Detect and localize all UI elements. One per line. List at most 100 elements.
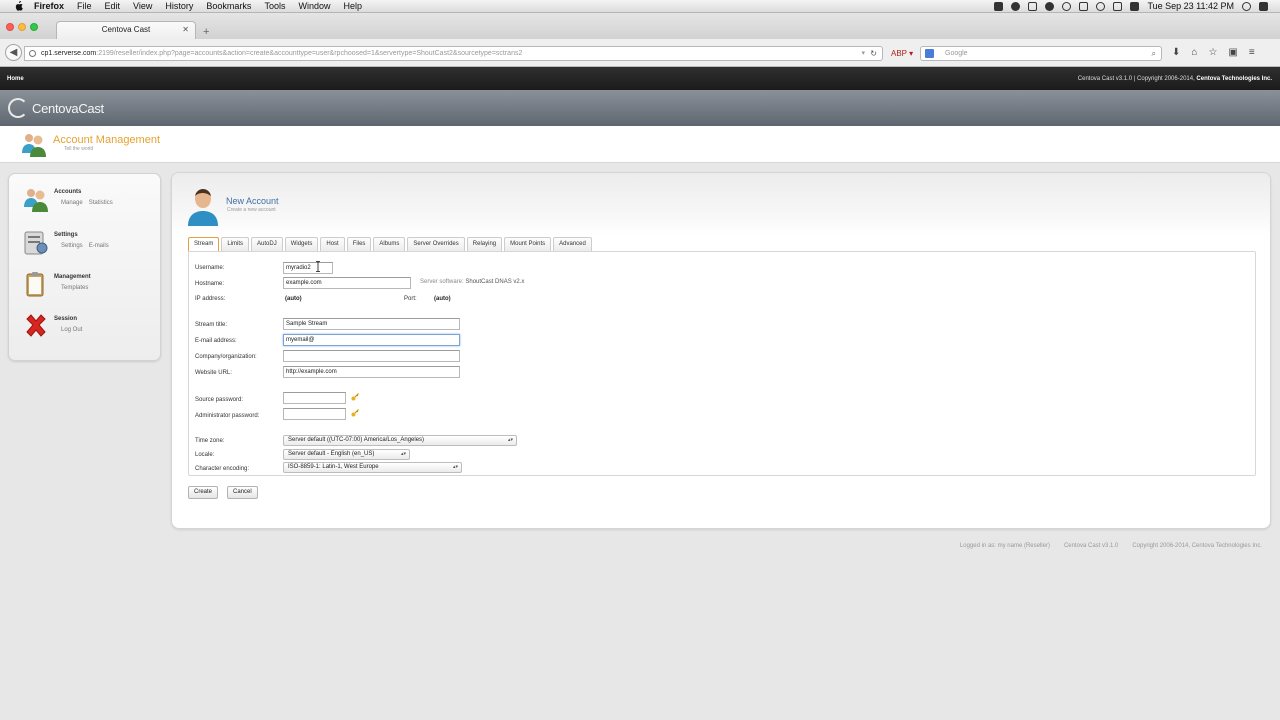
sidebar: Accounts Manage Statistics Settings Setti… [8,173,161,361]
display-icon[interactable] [1028,1,1038,11]
username-field[interactable]: myradio2 [283,262,333,274]
bookmarks-list-icon[interactable]: ▣ [1228,47,1237,58]
menu-tools[interactable]: Tools [264,1,285,11]
home-icon[interactable]: ⌂ [1191,47,1197,58]
notification-list-icon[interactable] [1259,1,1268,11]
tab-stream[interactable]: Stream [188,237,220,252]
tab-albums[interactable]: Albums [373,237,406,251]
hostname-field[interactable]: example.com [283,277,411,289]
zoom-window-icon[interactable] [30,23,38,31]
hostname-label: Hostname: [195,281,225,287]
sidebar-item-session[interactable]: Session Log Out [23,313,153,343]
sync-icon[interactable] [1045,1,1055,11]
airplay-icon[interactable] [1079,1,1089,11]
section-header [0,126,1280,163]
charset-selected: ISO-8859-1: Latin-1, West Europe [288,464,379,470]
menu-file[interactable]: File [77,1,92,11]
dropdown-arrow-icon[interactable]: ▾ [861,47,865,60]
sidebar-link-settings[interactable]: Settings [61,243,83,249]
wifi-icon[interactable] [1113,1,1123,11]
tab-host[interactable]: Host [320,237,345,251]
adblock-icon[interactable]: ABP ▾ [891,49,913,58]
tab-server-overrides[interactable]: Server Overrides [407,237,465,251]
bluetooth-icon[interactable] [1096,1,1106,11]
home-link[interactable]: Home [7,76,24,82]
volume-icon[interactable] [1130,1,1140,11]
sidebar-link-templates[interactable]: Templates [61,285,88,291]
sidebar-link-emails[interactable]: E-mails [89,243,109,249]
create-button[interactable]: Create [188,486,219,499]
form-tabs: Stream Limits AutoDJ Widgets Host Files … [188,237,592,252]
search-icon[interactable]: ⌕ [1152,47,1156,60]
clock-icon[interactable] [1062,1,1072,11]
tab-widgets[interactable]: Widgets [284,237,319,251]
menubar-clock[interactable]: Tue Sep 23 11:42 PM [1147,1,1234,11]
source-password-field[interactable] [283,392,346,404]
url-bar[interactable]: cp1.serverse.com:2199/reseller/index.php… [24,46,883,61]
bookmark-star-icon[interactable]: ☆ [1208,47,1217,58]
menu-edit[interactable]: Edit [105,1,121,11]
tab-advanced[interactable]: Advanced [553,237,592,251]
download-icon[interactable]: ⬇ [1172,47,1180,58]
minimize-window-icon[interactable] [18,23,26,31]
settings-icon [24,231,48,255]
chrome-icon[interactable] [1011,1,1021,11]
sidebar-item-management[interactable]: Management Templates [23,271,153,301]
timezone-select[interactable]: Server default ((UTC-07:00) America/Los_… [283,435,517,446]
menu-bookmarks[interactable]: Bookmarks [206,1,251,11]
email-field[interactable]: myemail@ [283,334,460,346]
menu-window[interactable]: Window [298,1,330,11]
search-bar[interactable]: Google ⌕ [920,46,1162,61]
menu-app-name[interactable]: Firefox [34,1,64,11]
sidebar-management-links: Templates [61,285,94,291]
spotlight-icon[interactable] [1242,1,1251,11]
username-label: Username: [195,265,225,271]
search-placeholder: Google [945,50,968,57]
locale-select[interactable]: Server default - English (en_US) ▴▾ [283,449,410,460]
sidebar-item-settings[interactable]: Settings Settings E-mails [23,229,153,259]
stream-title-field[interactable]: Sample Stream [283,318,460,330]
close-window-icon[interactable] [6,23,14,31]
url-host: cp1.serverse.com [41,50,97,57]
website-field[interactable]: http://example.com [283,366,460,378]
menu-help[interactable]: Help [343,1,362,11]
ip-address-value: (auto) [285,296,302,302]
timezone-selected: Server default ((UTC-07:00) America/Los_… [288,437,425,443]
back-button[interactable]: ◀ [5,44,22,61]
browser-tab[interactable]: Centova Cast ✕ [56,21,196,39]
generate-admin-password-key-icon[interactable] [351,409,359,417]
tab-limits[interactable]: Limits [221,237,250,251]
apple-icon[interactable] [12,0,24,12]
new-tab-icon[interactable]: + [203,26,209,38]
tab-relaying[interactable]: Relaying [466,237,503,251]
sidebar-management-title: Management [54,274,91,280]
tab-files[interactable]: Files [346,237,372,251]
admin-password-label: Administrator password: [195,413,260,419]
copyright-company[interactable]: Centova Technologies Inc. [1196,76,1272,82]
sidebar-item-accounts[interactable]: Accounts Manage Statistics [23,186,153,216]
select-arrows-icon: ▴▾ [507,437,513,443]
dropbox-icon[interactable] [994,1,1004,11]
browser-navbar: ◀ cp1.serverse.com:2199/reseller/index.p… [0,39,1280,67]
company-field[interactable] [283,350,460,362]
menu-history[interactable]: History [165,1,193,11]
menu-view[interactable]: View [133,1,152,11]
generate-password-key-icon[interactable] [351,393,359,401]
browser-tabstrip: Centova Cast ✕ + [0,13,1280,39]
tab-autodj[interactable]: AutoDJ [251,237,283,251]
sidebar-link-statistics[interactable]: Statistics [89,200,113,206]
hamburger-menu-icon[interactable]: ≡ [1249,47,1255,58]
brand-logo[interactable]: CentovaCast [8,98,104,118]
section-title: Account Management [53,134,161,146]
sidebar-settings-links: Settings E-mails [61,243,115,249]
tab-mount-points[interactable]: Mount Points [504,237,552,251]
cancel-button[interactable]: Cancel [227,486,258,499]
macos-menubar: Firefox File Edit View History Bookmarks… [0,0,1280,13]
sidebar-link-manage[interactable]: Manage [61,200,83,206]
close-tab-icon[interactable]: ✕ [182,22,189,38]
reload-icon[interactable]: ↻ [870,47,877,60]
charset-select[interactable]: ISO-8859-1: Latin-1, West Europe ▴▾ [283,462,462,473]
page-footer: Logged in as: my name (Reseller) Centova… [960,543,1262,549]
sidebar-link-logout[interactable]: Log Out [61,327,82,333]
admin-password-field[interactable] [283,408,346,420]
